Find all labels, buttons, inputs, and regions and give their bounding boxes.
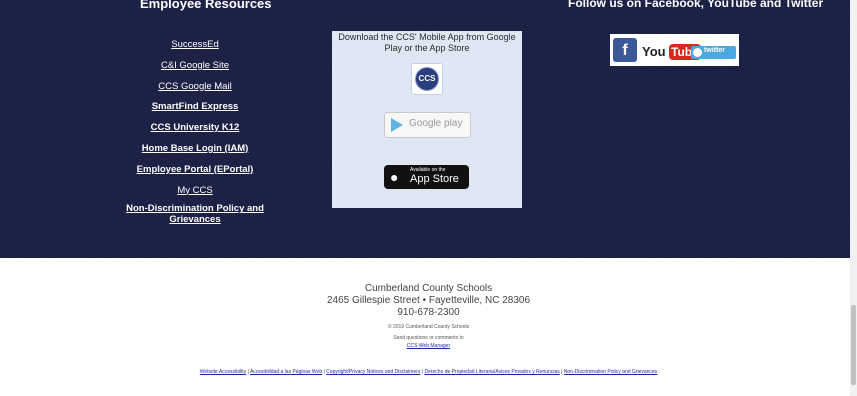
facebook-icon[interactable]: f (613, 38, 637, 62)
derecho-propiedad-link[interactable]: Derecho de Propiedad Literaria/Avisos Pr… (424, 369, 559, 375)
ccs-university-k12-link[interactable]: CCS University K12 (151, 122, 240, 134)
street-address: 2465 Gillespie Street • Fayetteville, NC… (326, 295, 531, 306)
employee-portal-link[interactable]: Employee Portal (EPortal) (137, 164, 254, 176)
scrollbar-thumb[interactable] (851, 305, 856, 385)
copyright-privacy-link[interactable]: Copyright/Privacy Notices and Disclaimer… (326, 369, 420, 375)
employee-link-item: Employee Portal (EPortal) (120, 162, 270, 183)
employee-resources-title: Employee Resources (140, 0, 272, 11)
web-manager-line: CCS Web Manager (0, 343, 857, 349)
accesibilidad-link[interactable]: Accesibilidad a las Páginas Web (250, 369, 322, 375)
non-discrimination-bottom-link[interactable]: Non-Discrimination Policy and Grievances (564, 369, 657, 375)
twitter-icon[interactable]: twitter (691, 46, 736, 59)
twitter-label: twitter (704, 47, 725, 54)
home-base-login-link[interactable]: Home Base Login (IAM) (142, 143, 249, 155)
org-name: Cumberland County Schools (364, 283, 493, 294)
non-discrimination-link[interactable]: Non-Discrimination Policy and Grievances (120, 203, 270, 225)
ccs-google-mail-link[interactable]: CCS Google Mail (158, 81, 231, 93)
social-icons-box: f You Tube twitter (610, 34, 739, 66)
phone-number: 910-678-2300 (397, 307, 460, 318)
employee-links-list: SuccessEd C&I Google Site CCS Google Mai… (120, 37, 270, 225)
ccs-logo-icon[interactable]: CCS (411, 63, 443, 95)
website-accessibility-link[interactable]: Website Accessibility (200, 369, 246, 375)
employee-link-item: C&I Google Site (120, 58, 270, 79)
footer-navy-section: Employee Resources Follow us on Facebook… (0, 0, 857, 258)
successed-link[interactable]: SuccessEd (171, 39, 219, 51)
web-manager-link[interactable]: CCS Web Manager (407, 343, 450, 349)
mobile-app-box: Download the CCS' Mobile App from Google… (332, 31, 522, 208)
apple-icon: ● (390, 169, 399, 185)
twitter-bird-icon (693, 48, 702, 57)
my-ccs-link[interactable]: My CCS (177, 185, 212, 197)
app-store-button[interactable]: ● Available on the App Store (384, 165, 469, 189)
send-questions-text: Send questions or comments to (393, 335, 464, 341)
google-play-icon (391, 118, 403, 132)
employee-link-item: CCS University K12 (120, 120, 270, 141)
address-block: Cumberland County Schools 2465 Gillespie… (0, 283, 857, 319)
youtube-you-text: You (642, 44, 666, 59)
mobile-app-text: Download the CCS' Mobile App from Google… (338, 32, 516, 53)
social-title: Follow us on Facebook, YouTube and Twitt… (568, 0, 824, 10)
employee-link-item: SmartFind Express (120, 99, 270, 120)
smartfind-express-link[interactable]: SmartFind Express (152, 101, 239, 113)
ccs-logo-text: CCS (415, 67, 439, 91)
employee-link-item: My CCS (120, 183, 270, 204)
ci-google-site-link[interactable]: C&I Google Site (161, 60, 229, 72)
bottom-links-bar: Website Accessibility | Accesibilidad a … (199, 369, 658, 375)
page-scrollbar[interactable] (850, 0, 857, 396)
copyright-text: © 2019 Cumberland County Schools (387, 324, 470, 330)
google-play-label: Google play (409, 118, 463, 129)
google-play-button[interactable]: Google play (384, 112, 471, 138)
employee-link-item: Non-Discrimination Policy and Grievances (120, 203, 270, 225)
app-store-label: App Store (410, 173, 459, 185)
employee-link-item: Home Base Login (IAM) (120, 141, 270, 162)
employee-link-item: SuccessEd (120, 37, 270, 58)
employee-link-item: CCS Google Mail (120, 79, 270, 100)
